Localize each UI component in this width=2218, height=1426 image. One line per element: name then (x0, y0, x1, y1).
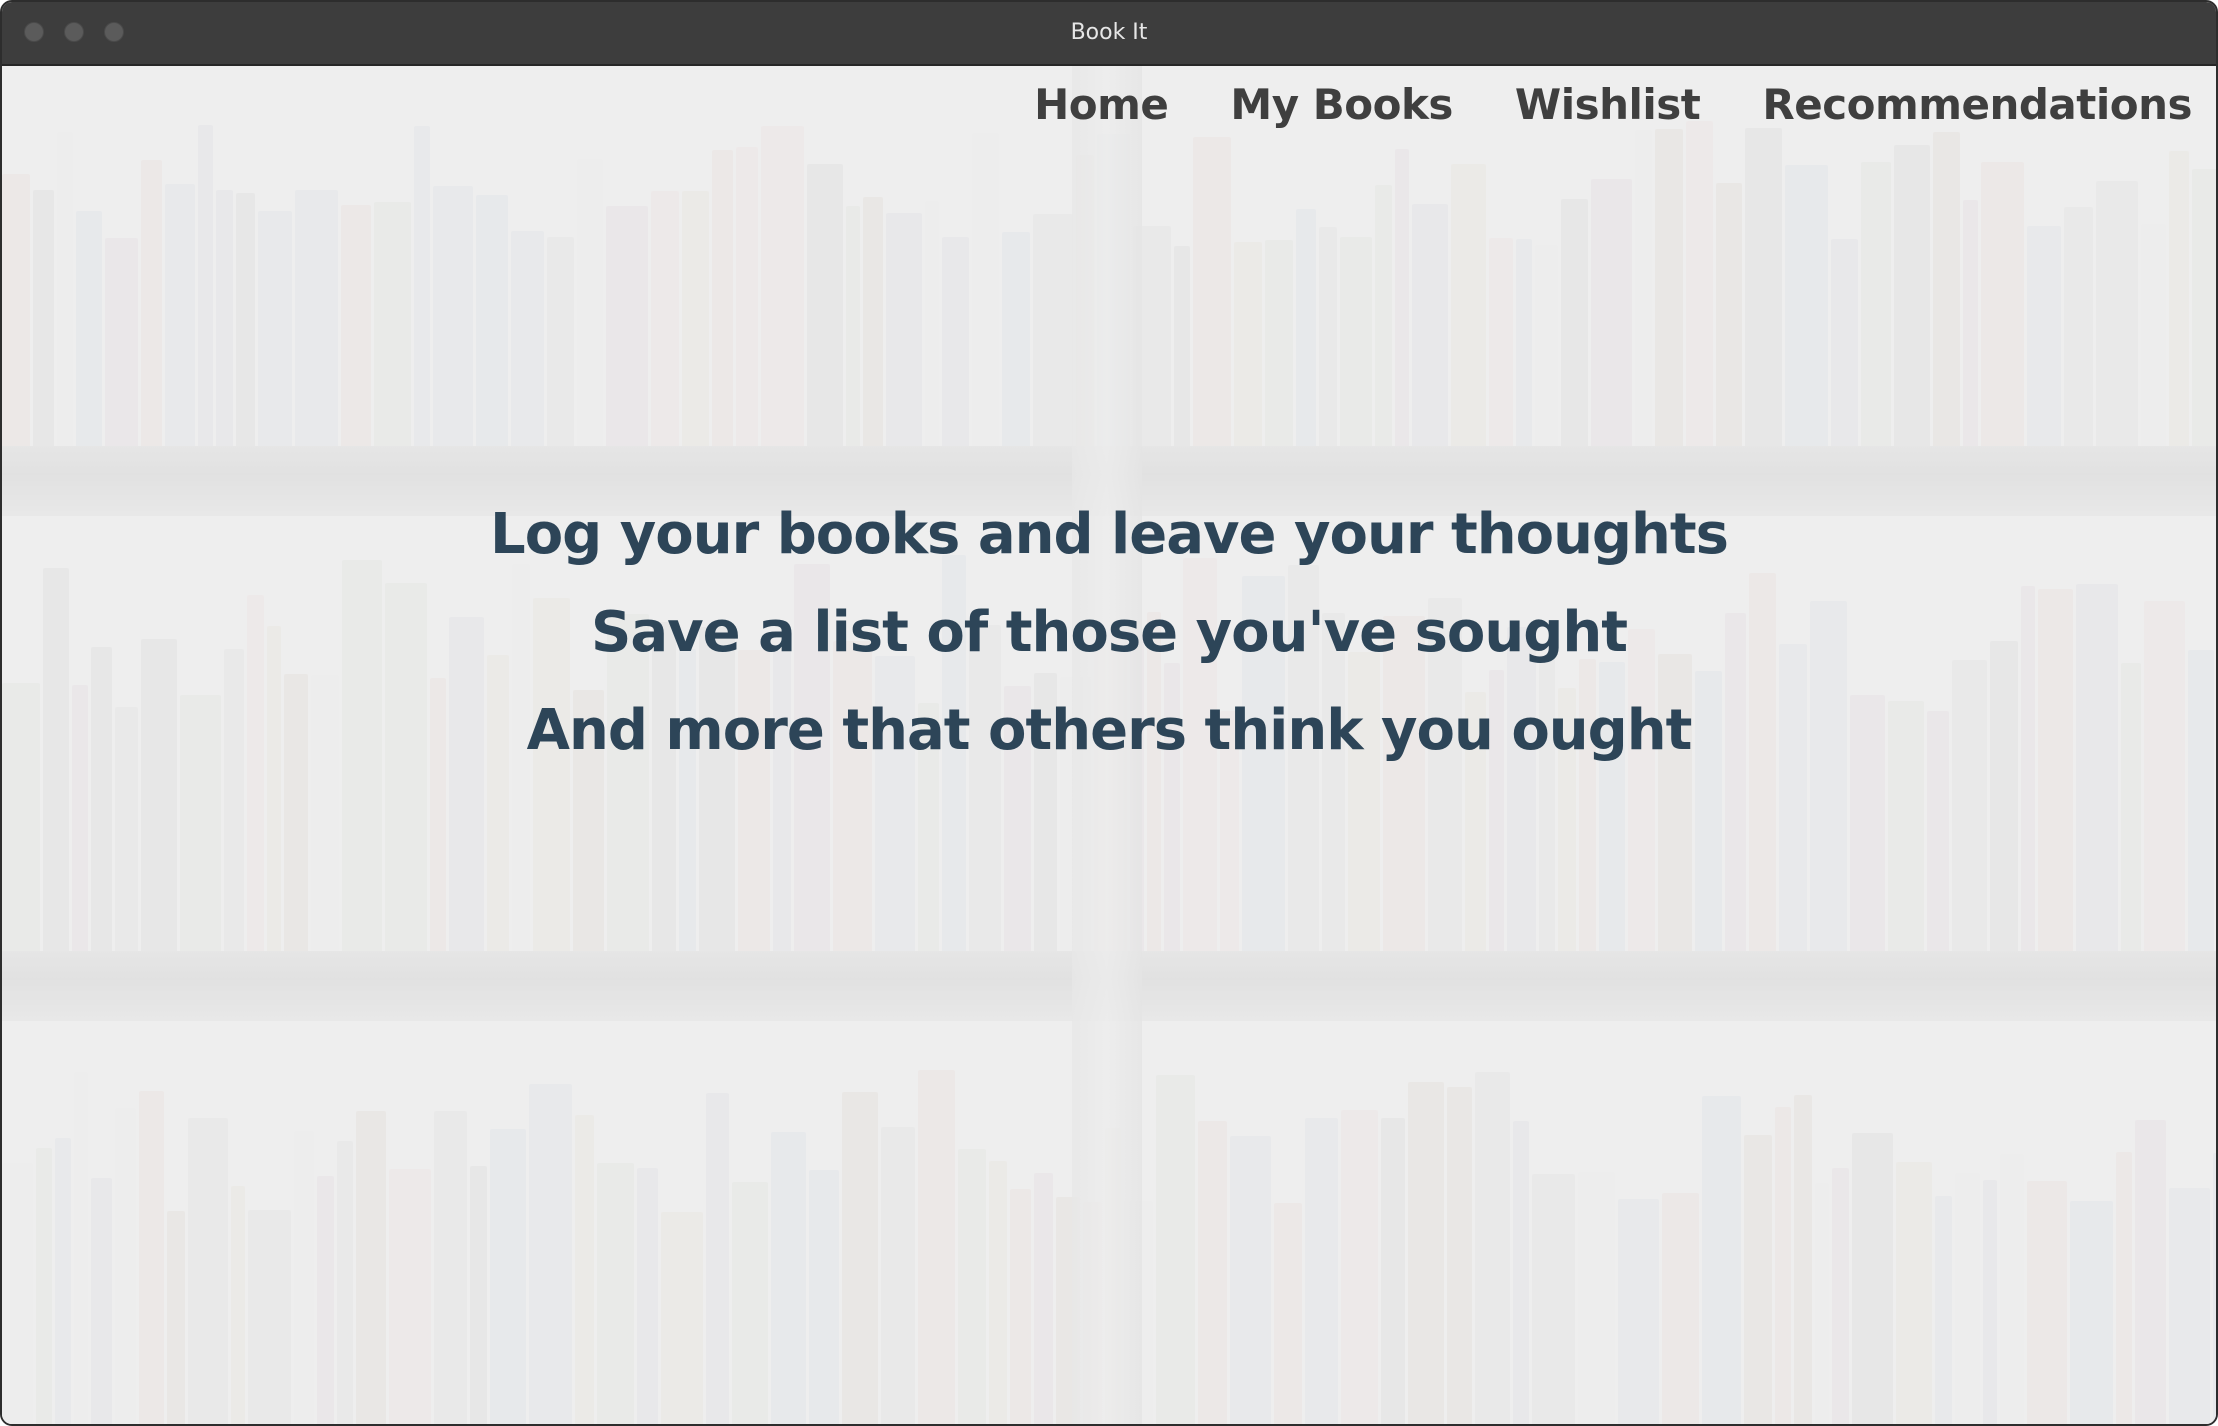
app-window: Book It Home My Books Wishlist Recommend… (0, 0, 2218, 1426)
page-content: Home My Books Wishlist Recommendations L… (2, 66, 2216, 1424)
tagline-line-1: Log your books and leave your thoughts (490, 502, 1729, 567)
title-bar: Book It (2, 2, 2216, 66)
window-title: Book It (1070, 20, 1148, 45)
nav-recommendations-link[interactable]: Recommendations (1762, 74, 2192, 136)
main-nav: Home My Books Wishlist Recommendations (972, 74, 2192, 136)
tagline-line-2: Save a list of those you've sought (591, 600, 1628, 665)
tagline-line-3: And more that others think you ought (526, 698, 1693, 763)
nav-my-books-link[interactable]: My Books (1230, 74, 1453, 136)
nav-wishlist-link[interactable]: Wishlist (1515, 74, 1701, 136)
nav-home-link[interactable]: Home (1034, 74, 1169, 136)
hero-tagline: Log your books and leave your thoughts S… (2, 486, 2216, 780)
